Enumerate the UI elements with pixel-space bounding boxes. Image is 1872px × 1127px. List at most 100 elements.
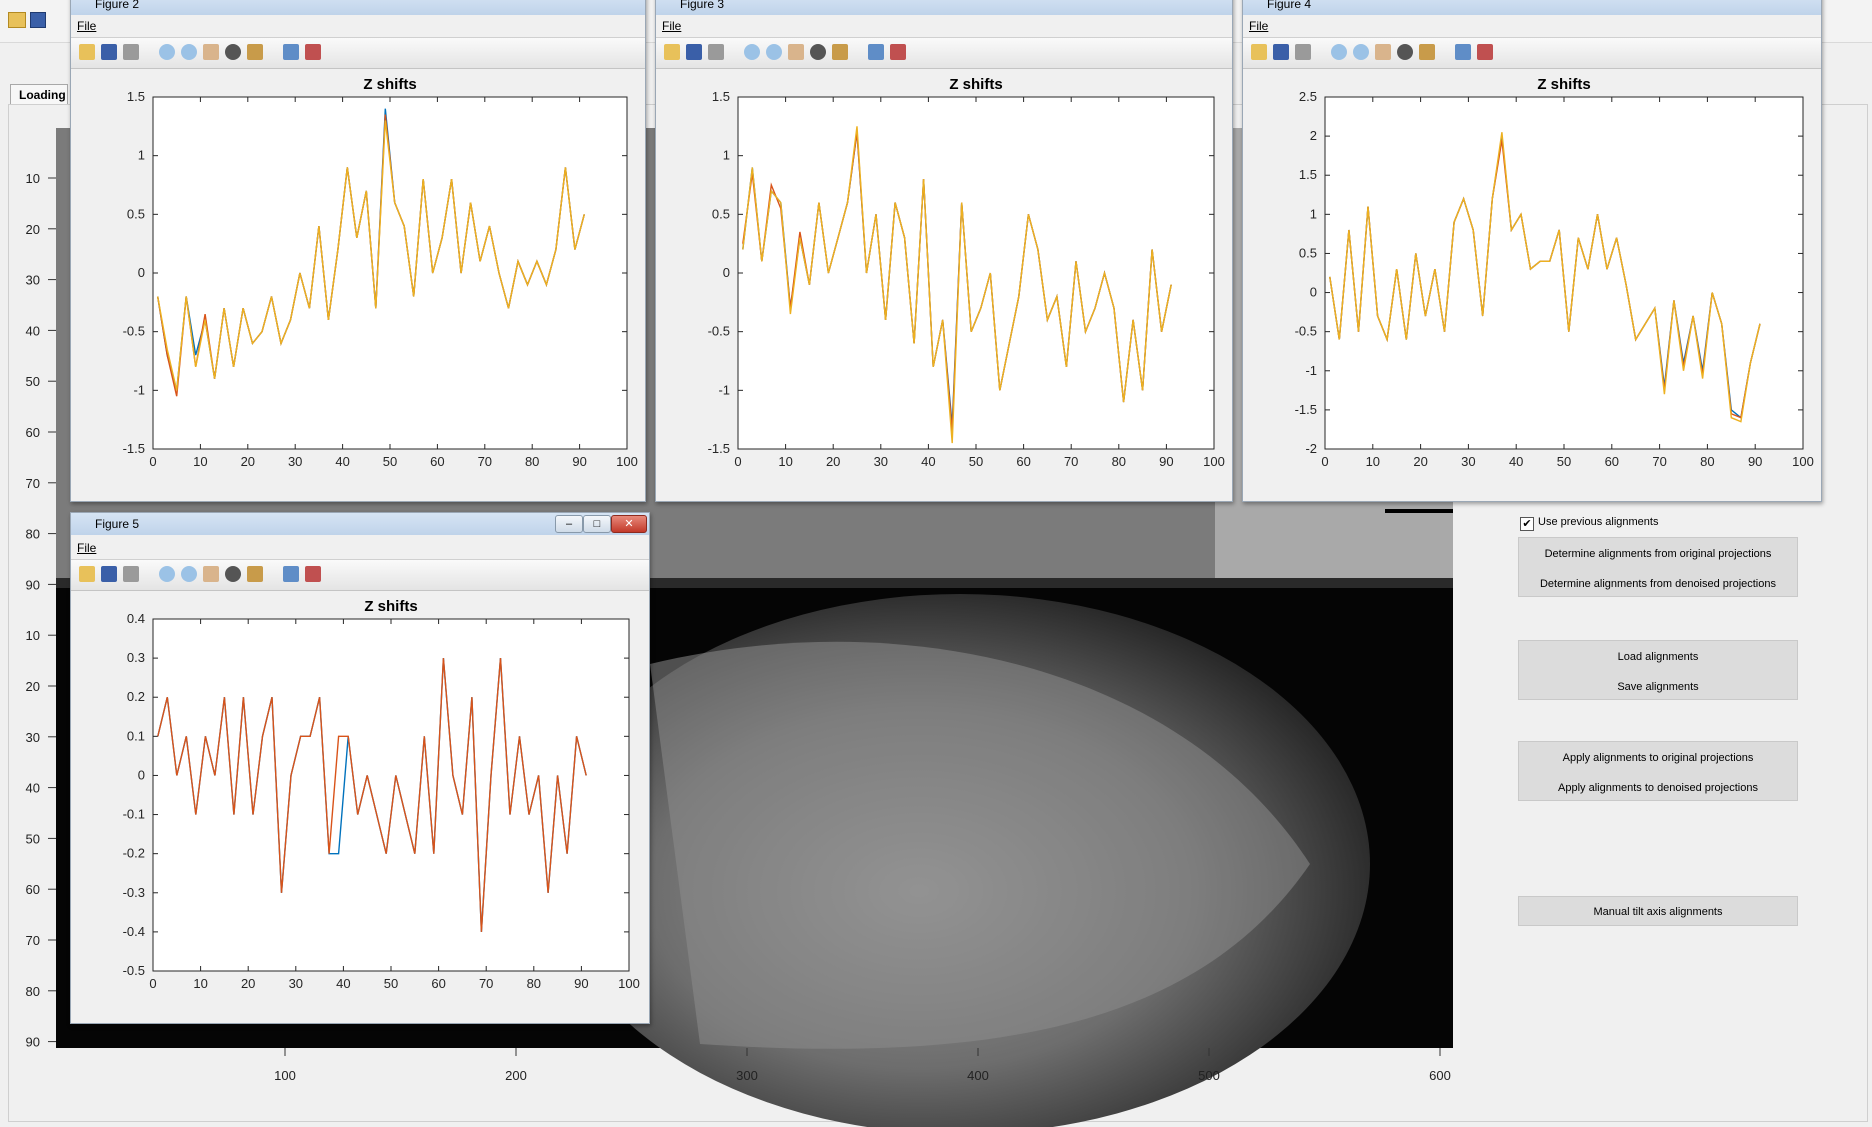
y-tick-label: 0.5 bbox=[712, 206, 730, 221]
data-cursor-icon[interactable] bbox=[832, 44, 848, 60]
legend-icon[interactable] bbox=[890, 44, 906, 60]
zoom-out-icon[interactable] bbox=[766, 44, 782, 60]
y-tick-label: -1 bbox=[718, 382, 730, 397]
figure-5-window[interactable]: Figure 5 – □ ✕ File Z shifts 0 10 20 30 40 50 6… bbox=[70, 512, 650, 1024]
figure-3-window[interactable]: Figure 3 File Z shifts 0 10 20 30 40 50 60 70 80 9… bbox=[655, 0, 1233, 502]
axes-box[interactable] bbox=[737, 96, 1215, 450]
y-tick-label: -1 bbox=[133, 382, 145, 397]
zoom-out-icon[interactable] bbox=[181, 566, 197, 582]
figure-5-titlebar[interactable]: Figure 5 – □ ✕ bbox=[71, 513, 649, 535]
open-icon[interactable] bbox=[664, 44, 680, 60]
pan-icon[interactable] bbox=[1375, 44, 1391, 60]
open-icon[interactable] bbox=[1251, 44, 1267, 60]
x-tick-label: 20 bbox=[241, 976, 255, 991]
y-tick-label: -0.5 bbox=[708, 324, 730, 339]
save-icon[interactable] bbox=[686, 44, 702, 60]
legend-icon[interactable] bbox=[1477, 44, 1493, 60]
save-icon[interactable] bbox=[101, 566, 117, 582]
print-icon[interactable] bbox=[708, 44, 724, 60]
zoom-in-icon[interactable] bbox=[744, 44, 760, 60]
figure-5-plot[interactable]: Z shifts 0 10 20 30 40 50 60 70 80 90 100 -0.5 -0.4 -0… bbox=[77, 591, 643, 1019]
y-tick-label: 1 bbox=[138, 148, 145, 163]
y-tick-label: 2.5 bbox=[1299, 89, 1317, 104]
figure-2-plot[interactable]: Z shifts0 10 20 30 40 50 60 70 80 90 100-1.5-1-0.5… bbox=[77, 69, 641, 497]
load-alignments-button[interactable]: Load alignments bbox=[1519, 651, 1797, 663]
image-y-tick-label: 10 bbox=[26, 171, 40, 186]
pan-icon[interactable] bbox=[203, 44, 219, 60]
apply-original-button[interactable]: Apply alignments to original projections bbox=[1519, 752, 1797, 764]
figure-5-menu-file[interactable]: File bbox=[77, 541, 96, 555]
pan-icon[interactable] bbox=[788, 44, 804, 60]
colorbar-icon[interactable] bbox=[1455, 44, 1471, 60]
figure-4-title: Figure 4 bbox=[1267, 0, 1312, 11]
data-cursor-icon[interactable] bbox=[1419, 44, 1435, 60]
zoom-in-icon[interactable] bbox=[1331, 44, 1347, 60]
colorbar-icon[interactable] bbox=[283, 566, 299, 582]
figure-4-plot[interactable]: Z shifts0 10 20 30 40 50 60 70 80 90 100-2-1.5-1-0… bbox=[1249, 69, 1817, 497]
manual-tilt-axis-button[interactable]: Manual tilt axis alignments bbox=[1519, 906, 1797, 918]
open-file-icon[interactable] bbox=[8, 12, 26, 28]
save-icon[interactable] bbox=[101, 44, 117, 60]
x-tick-label: 30 bbox=[289, 976, 303, 991]
use-previous-alignments-row[interactable]: ✔ Use previous alignments bbox=[1520, 514, 1860, 534]
legend-icon[interactable] bbox=[305, 44, 321, 60]
use-previous-alignments-checkbox[interactable]: ✔ bbox=[1520, 517, 1534, 531]
x-tick-label: 90 bbox=[572, 454, 586, 469]
rotate-icon[interactable] bbox=[225, 44, 241, 60]
pan-icon[interactable] bbox=[203, 566, 219, 582]
y-tick-label: 0.1 bbox=[127, 728, 145, 743]
maximize-button[interactable]: □ bbox=[583, 515, 611, 533]
figure-2-window[interactable]: Figure 2 File Z shifts 0 10 20 30 40 50 60 70 80 9… bbox=[70, 0, 646, 502]
open-icon[interactable] bbox=[79, 566, 95, 582]
x-tick-label: 20 bbox=[1413, 454, 1427, 469]
axes-box[interactable] bbox=[152, 618, 630, 972]
print-icon[interactable] bbox=[123, 566, 139, 582]
zoom-out-icon[interactable] bbox=[181, 44, 197, 60]
zoom-in-icon[interactable] bbox=[159, 44, 175, 60]
legend-icon[interactable] bbox=[305, 566, 321, 582]
chart-title: Z shifts bbox=[1537, 76, 1590, 93]
y-tick-label: -0.5 bbox=[123, 963, 145, 978]
zoom-in-icon[interactable] bbox=[159, 566, 175, 582]
print-icon[interactable] bbox=[1295, 44, 1311, 60]
figure-3-menubar: File bbox=[656, 15, 1232, 37]
x-tick-label: 70 bbox=[478, 454, 492, 469]
figure-3-plot[interactable]: Z shifts0 10 20 30 40 50 60 70 80 90 100-1.5-1-0.5… bbox=[662, 69, 1228, 497]
determine-denoised-button[interactable]: Determine alignments from denoised proje… bbox=[1519, 578, 1797, 590]
close-button[interactable]: ✕ bbox=[611, 515, 647, 533]
y-tick-label: 1 bbox=[1310, 206, 1317, 221]
rotate-icon[interactable] bbox=[1397, 44, 1413, 60]
y-tick-label: 1.5 bbox=[127, 89, 145, 104]
minimize-button[interactable]: – bbox=[555, 515, 583, 533]
image-y-tick-label: 90 bbox=[26, 577, 40, 592]
figure-2-toolbar bbox=[71, 37, 645, 69]
tab-loading[interactable]: Loading bbox=[10, 84, 68, 105]
open-icon[interactable] bbox=[79, 44, 95, 60]
rotate-icon[interactable] bbox=[810, 44, 826, 60]
rotate-icon[interactable] bbox=[225, 566, 241, 582]
save-alignments-button[interactable]: Save alignments bbox=[1519, 681, 1797, 693]
zoom-out-icon[interactable] bbox=[1353, 44, 1369, 60]
save-icon[interactable] bbox=[30, 12, 46, 28]
colorbar-icon[interactable] bbox=[283, 44, 299, 60]
y-tick-label: -0.4 bbox=[123, 924, 145, 939]
figure-3-menu-file[interactable]: File bbox=[662, 19, 681, 33]
figure-3-titlebar[interactable]: Figure 3 bbox=[656, 0, 1232, 15]
determine-original-button[interactable]: Determine alignments from original proje… bbox=[1519, 548, 1797, 560]
x-tick-label: 60 bbox=[430, 454, 444, 469]
data-cursor-icon[interactable] bbox=[247, 44, 263, 60]
figure-2-menu-file[interactable]: File bbox=[77, 19, 96, 33]
data-cursor-icon[interactable] bbox=[247, 566, 263, 582]
colorbar-icon[interactable] bbox=[868, 44, 884, 60]
print-icon[interactable] bbox=[123, 44, 139, 60]
figure-4-window[interactable]: Figure 4 File Z shifts 0 10 20 30 40 50 60 70 80 9… bbox=[1242, 0, 1822, 502]
image-y-tick-label: 70 bbox=[26, 933, 40, 948]
image-x-tick-label: 400 bbox=[967, 1068, 989, 1083]
save-icon[interactable] bbox=[1273, 44, 1289, 60]
figure-4-titlebar[interactable]: Figure 4 bbox=[1243, 0, 1821, 15]
image-y-axis: 10 20 30 40 50 60 70 80 90 10 20 30 40 50 60 70 80 90 bbox=[26, 171, 56, 1050]
figure-4-menu-file[interactable]: File bbox=[1249, 19, 1268, 33]
apply-denoised-button[interactable]: Apply alignments to denoised projections bbox=[1519, 782, 1797, 794]
figure-2-titlebar[interactable]: Figure 2 bbox=[71, 0, 645, 15]
y-tick-label: 1.5 bbox=[1299, 167, 1317, 182]
